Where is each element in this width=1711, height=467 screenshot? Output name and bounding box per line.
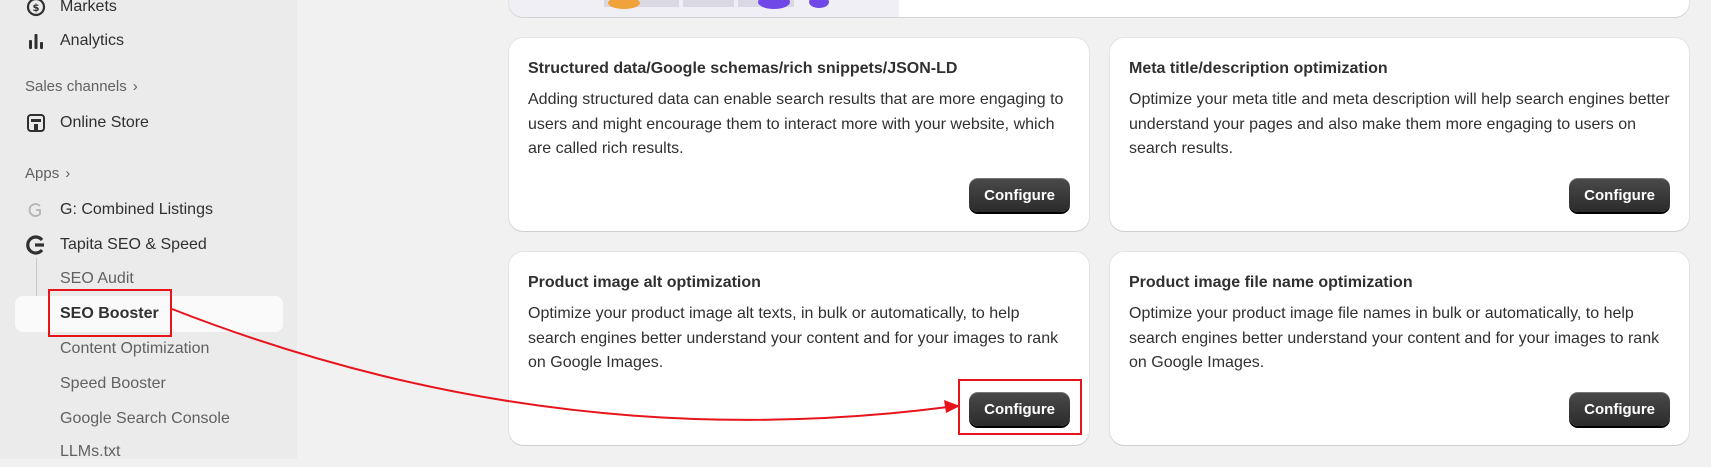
annotation-arrow [171,308,960,421]
